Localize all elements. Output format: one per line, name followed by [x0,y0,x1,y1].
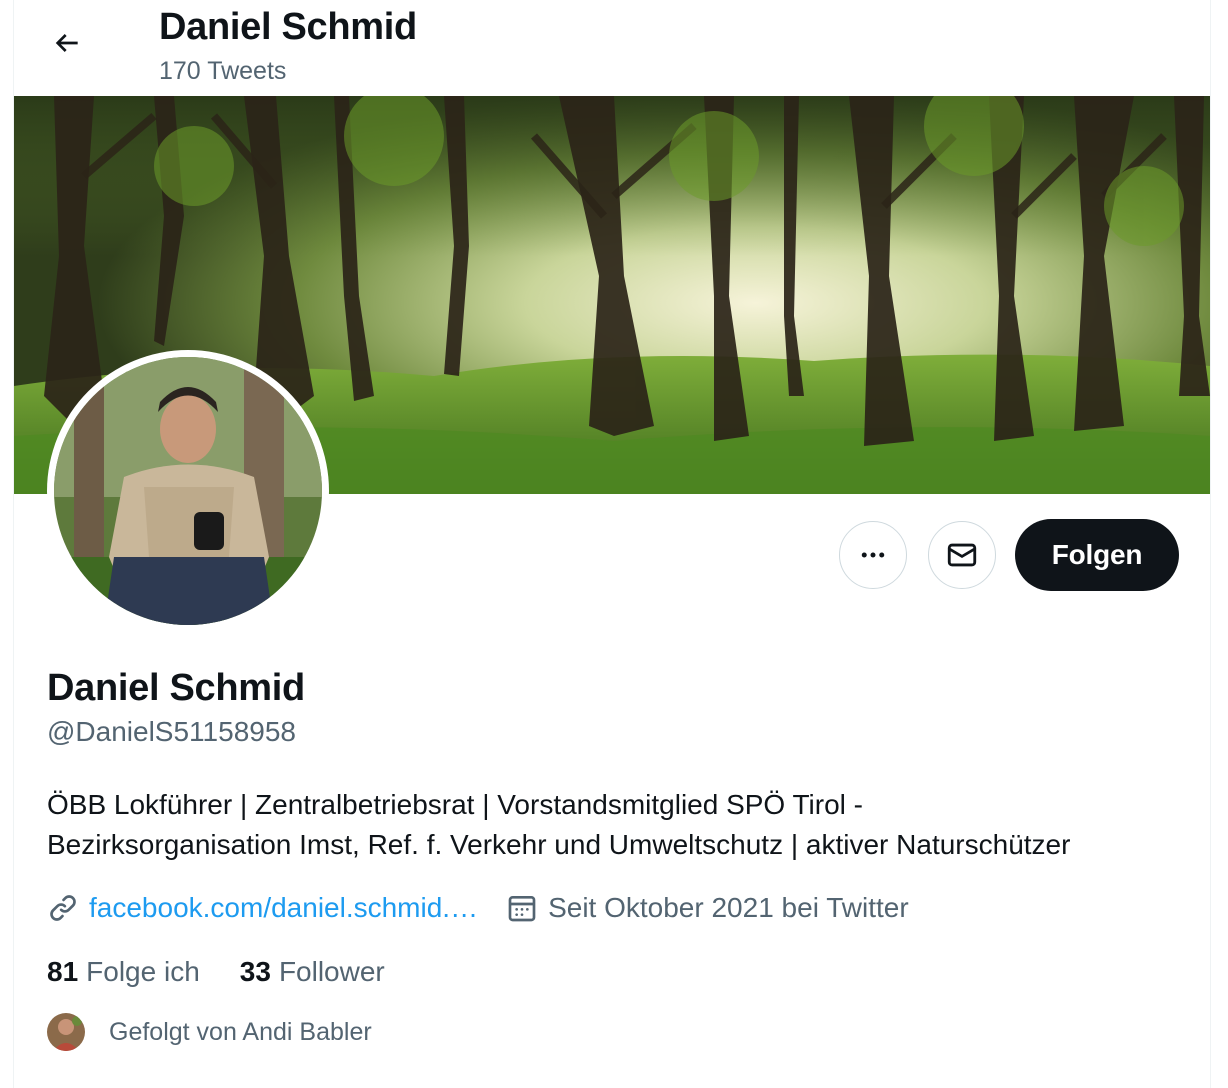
back-button[interactable] [42,18,92,68]
followed-by-text: Gefolgt von Andi Babler [109,1017,372,1046]
calendar-icon [508,896,536,922]
profile-stats: 81 Folge ich 33 Follower [47,952,425,992]
profile-avatar[interactable] [47,350,329,632]
website-link[interactable]: facebook.com/daniel.schmid.… [89,892,478,924]
message-button[interactable] [928,521,996,589]
bio-line: Bezirksorganisation Imst, Ref. f. Verkeh… [47,829,1071,860]
link-icon [50,895,76,921]
following-label: Folge ich [86,956,200,987]
header-title: Daniel Schmid [159,6,417,48]
profile-page: Daniel Schmid 170 Tweets Folgen Daniel S… [13,0,1211,1088]
envelope-icon [947,543,977,567]
arrow-left-icon [55,34,78,52]
bio-line: ÖBB Lokführer | Zentralbetriebsrat | Vor… [47,789,863,820]
profile-bio: ÖBB Lokführer | Zentralbetriebsrat | Vor… [47,785,1187,865]
follower-avatar [47,1013,85,1051]
joined-date: Seit Oktober 2021 bei Twitter [548,892,909,923]
followers-count: 33 [239,956,271,987]
following-count: 81 [47,956,79,987]
profile-handle: @DanielS51158958 [47,716,296,747]
more-horizontal-icon [861,552,885,558]
profile-meta: facebook.com/daniel.schmid.… Seit Oktobe… [47,888,937,928]
following-link[interactable]: 81 Folge ich [47,956,200,988]
tweet-count: 170 Tweets [159,57,287,85]
follow-button[interactable]: Folgen [1015,519,1179,591]
joined-item: Seit Oktober 2021 bei Twitter [506,892,909,924]
more-button[interactable] [839,521,907,589]
followers-link[interactable]: 33 Follower [240,956,385,988]
profile-name: Daniel Schmid [47,667,305,709]
followers-label: Follower [278,956,385,987]
website-item[interactable]: facebook.com/daniel.schmid.… [47,892,478,924]
profile-header: Daniel Schmid 170 Tweets [14,0,1210,96]
followed-by[interactable]: Gefolgt von Andi Babler [47,1012,372,1052]
